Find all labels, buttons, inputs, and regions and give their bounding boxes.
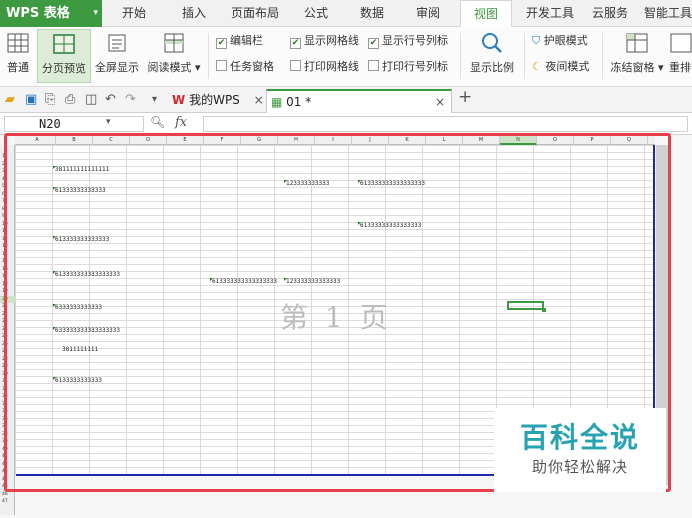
- reading-mode-button[interactable]: 阅读模式 ▾: [145, 29, 203, 83]
- print-preview-icon[interactable]: ◫: [85, 93, 97, 107]
- full-screen-button[interactable]: 全屏显示: [93, 29, 141, 83]
- eye-mode-button[interactable]: ⛉ 护眼模式: [532, 33, 588, 49]
- night-mode-button[interactable]: ☾ 夜间模式: [532, 59, 589, 75]
- chevron-down-icon[interactable]: ▾: [106, 117, 111, 127]
- close-icon[interactable]: ×: [254, 93, 264, 107]
- rearrange-icon: [670, 33, 692, 53]
- app-menu-button[interactable]: WPS 表格 ▾: [0, 0, 102, 27]
- night-mode-label: 夜间模式: [545, 60, 590, 73]
- rearrange-button[interactable]: 重排: [668, 29, 692, 83]
- menu-bar: WPS 表格 ▾ 开始 插入 页面布局 公式 数据 审阅 视图 开发工具 云服务…: [0, 0, 692, 28]
- shield-icon: ⛉: [532, 34, 544, 47]
- edit-bar-checkbox[interactable]: ✔ 编辑栏: [216, 33, 263, 49]
- cell-ref: N20: [39, 117, 61, 131]
- tab-review[interactable]: 审阅: [406, 0, 450, 27]
- zoom-button[interactable]: 显示比例: [466, 29, 518, 83]
- tab-cloud[interactable]: 云服务: [586, 0, 634, 27]
- normal-view-icon: [7, 33, 29, 53]
- save-icon[interactable]: ▣: [25, 93, 37, 107]
- reading-mode-label: 阅读模式: [147, 61, 192, 74]
- tab-insert[interactable]: 插入: [172, 0, 216, 27]
- check-icon: ✔: [216, 38, 227, 49]
- full-screen-label: 全屏显示: [95, 61, 139, 74]
- tab-data[interactable]: 数据: [350, 0, 394, 27]
- ribbon-view: 普通 分页预览 全屏显示 阅读模式 ▾ ✔ 编辑栏 任务窗格 ✔ 显示网格线 打印网…: [0, 27, 692, 87]
- tab-my-wps[interactable]: W 我的WPS ×: [172, 89, 272, 113]
- tab-home[interactable]: 开始: [112, 0, 156, 27]
- show-gridlines-label: 显示网格线: [304, 34, 359, 47]
- ribbon-divider: [208, 33, 209, 79]
- show-headings-label: 显示行号列标: [382, 34, 448, 47]
- page-break-preview-button[interactable]: 分页预览: [37, 29, 91, 83]
- formula-input[interactable]: [203, 116, 688, 132]
- print-headings-checkbox[interactable]: 打印行号列标: [368, 59, 448, 75]
- my-wps-label: 我的WPS: [189, 93, 240, 107]
- freeze-panes-icon: [626, 33, 648, 53]
- tab-formulas[interactable]: 公式: [294, 0, 338, 27]
- full-screen-icon: [108, 34, 126, 52]
- redo-icon[interactable]: ↷: [125, 93, 136, 107]
- print-headings-label: 打印行号列标: [382, 60, 448, 73]
- spreadsheet-file-icon: ▦: [271, 95, 283, 109]
- chevron-down-icon: ▾: [191, 61, 201, 74]
- customize-dropdown-icon[interactable]: ▾: [152, 93, 157, 107]
- tab-page-layout[interactable]: 页面布局: [226, 0, 284, 27]
- new-tab-icon[interactable]: +: [458, 89, 472, 106]
- checkbox-empty-icon: [216, 60, 227, 71]
- rearrange-label: 重排: [669, 61, 691, 74]
- chevron-down-icon: ▾: [654, 61, 664, 74]
- row-header-47[interactable]: 47: [0, 498, 15, 505]
- print-gridlines-checkbox[interactable]: 打印网格线: [290, 59, 359, 75]
- doc-name: 01 *: [286, 95, 312, 109]
- print-gridlines-label: 打印网格线: [304, 60, 359, 73]
- logo-title: 百科全说: [519, 421, 640, 454]
- tab-smart-tools[interactable]: 智能工具: [640, 0, 692, 27]
- tab-view[interactable]: 视图: [460, 0, 512, 28]
- print-icon[interactable]: ⎙: [65, 93, 75, 107]
- normal-view-label: 普通: [7, 61, 29, 74]
- ribbon-divider: [602, 33, 603, 79]
- checkbox-empty-icon: [368, 60, 379, 71]
- fx-button[interactable]: fx: [175, 115, 187, 130]
- name-box[interactable]: N20: [4, 116, 144, 132]
- checkbox-empty-icon: [290, 60, 301, 71]
- edit-bar-label: 编辑栏: [230, 34, 263, 47]
- wps-logo-icon: W: [172, 93, 186, 107]
- app-name: WPS 表格: [6, 6, 70, 21]
- ribbon-divider: [524, 33, 525, 79]
- open-folder-icon[interactable]: ▰: [5, 93, 15, 107]
- normal-view-button[interactable]: 普通: [2, 29, 34, 83]
- undo-icon[interactable]: ↶: [105, 93, 116, 107]
- page-break-preview-icon: [53, 34, 75, 54]
- chevron-down-icon: ▾: [93, 8, 98, 18]
- task-pane-checkbox[interactable]: 任务窗格: [216, 59, 274, 75]
- export-icon[interactable]: ⎘: [45, 93, 55, 107]
- site-watermark-logo: 百科全说 助你轻松解决: [494, 408, 666, 492]
- tab-row: ▰ ▣ ⎘ ⎙ ◫ ↶ ↷ ▾ W 我的WPS × ▦ 01 * × +: [0, 87, 692, 113]
- tab-developer[interactable]: 开发工具: [520, 0, 580, 27]
- ribbon-divider: [460, 33, 461, 79]
- tab-doc-01[interactable]: ▦ 01 * ×: [266, 89, 452, 113]
- page-break-preview-label: 分页预览: [42, 62, 86, 75]
- reading-mode-icon: [164, 33, 184, 53]
- formula-bar: N20 ▾ 🔍︎ fx: [0, 113, 692, 135]
- moon-icon: ☾: [532, 60, 546, 73]
- close-icon[interactable]: ×: [435, 91, 445, 113]
- zoom-label: 显示比例: [470, 61, 514, 74]
- show-gridlines-checkbox[interactable]: ✔ 显示网格线: [290, 33, 359, 49]
- task-pane-label: 任务窗格: [230, 60, 274, 73]
- check-icon: ✔: [290, 38, 301, 49]
- show-headings-checkbox[interactable]: ✔ 显示行号列标: [368, 33, 448, 49]
- eye-mode-label: 护眼模式: [543, 34, 588, 47]
- freeze-panes-label: 冻结窗格: [610, 61, 655, 74]
- check-icon: ✔: [368, 38, 379, 49]
- logo-subtitle: 助你轻松解决: [531, 458, 628, 476]
- zoom-search-icon[interactable]: 🔍︎: [150, 115, 165, 129]
- magnifier-icon: [482, 33, 502, 53]
- freeze-panes-button[interactable]: 冻结窗格 ▾: [608, 29, 666, 83]
